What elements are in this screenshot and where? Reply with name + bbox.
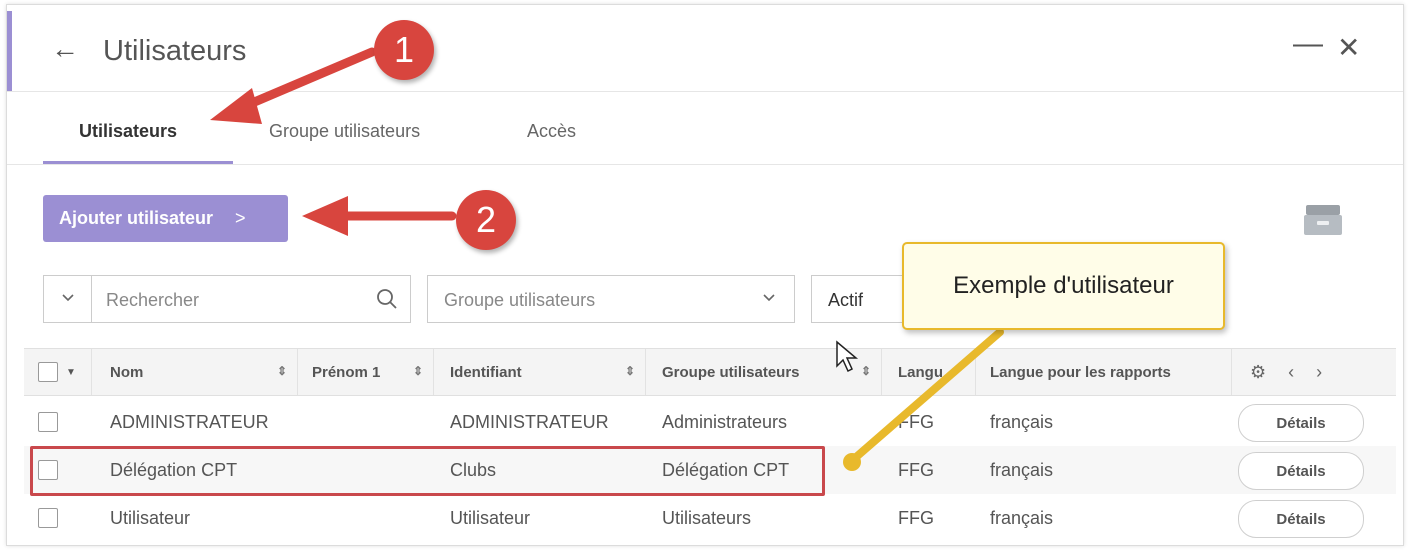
cursor-icon [835, 340, 861, 379]
step-badge-2: 2 [456, 190, 516, 250]
callout-note: Exemple d'utilisateur [902, 242, 1225, 330]
step-badge-1: 1 [374, 20, 434, 80]
